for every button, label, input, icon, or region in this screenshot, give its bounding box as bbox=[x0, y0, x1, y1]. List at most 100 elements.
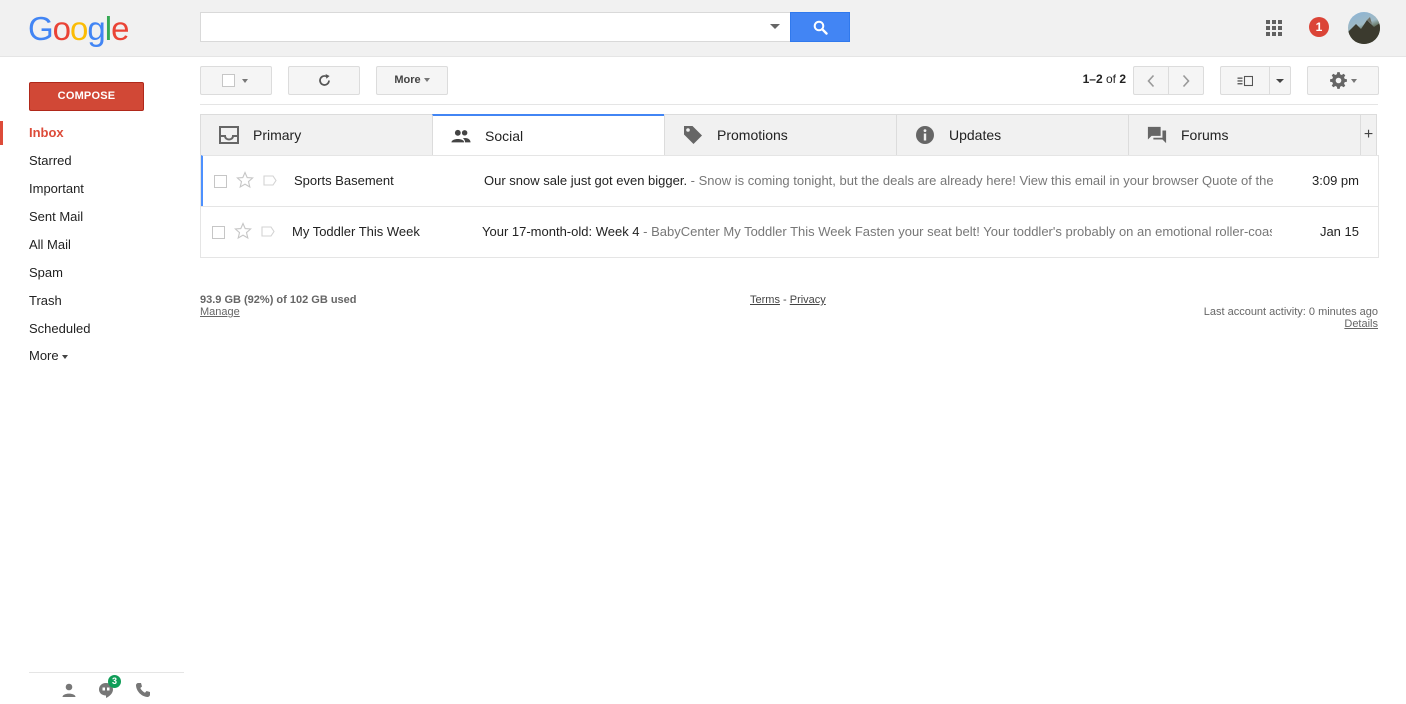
search-button[interactable] bbox=[790, 12, 850, 42]
email-subject: Our snow sale just got even bigger. bbox=[484, 173, 688, 188]
importance-marker-icon[interactable] bbox=[263, 175, 277, 186]
more-actions-label: More bbox=[394, 74, 421, 86]
refresh-icon bbox=[318, 74, 330, 86]
search-input[interactable] bbox=[200, 12, 791, 42]
chevron-left-icon bbox=[1147, 74, 1155, 87]
tab-promotions-label: Promotions bbox=[717, 127, 788, 143]
more-actions-button[interactable]: More bbox=[376, 66, 448, 95]
inbox-icon bbox=[219, 126, 239, 144]
category-tabs: Primary Social Promotions Updates Forums… bbox=[200, 114, 1379, 156]
email-row[interactable]: Sports Basement Our snow sale just got e… bbox=[201, 155, 1378, 206]
compose-button[interactable]: COMPOSE bbox=[29, 82, 144, 111]
select-all-checkbox[interactable] bbox=[222, 74, 235, 87]
importance-marker-icon[interactable] bbox=[261, 226, 275, 237]
forum-icon bbox=[1147, 126, 1167, 144]
refresh-button[interactable] bbox=[288, 66, 360, 95]
select-all-button[interactable] bbox=[200, 66, 272, 95]
avatar-photo bbox=[1348, 17, 1380, 44]
chevron-down-icon bbox=[423, 78, 430, 83]
tab-social[interactable]: Social bbox=[432, 114, 664, 156]
search-icon bbox=[813, 20, 828, 35]
email-list: Sports Basement Our snow sale just got e… bbox=[200, 155, 1379, 258]
email-checkbox[interactable] bbox=[212, 226, 225, 239]
tab-updates[interactable]: Updates bbox=[896, 114, 1128, 156]
last-account-activity: Last account activity: 0 minutes ago bbox=[1203, 306, 1378, 318]
add-tab-button[interactable]: + bbox=[1360, 114, 1377, 156]
chevron-down-icon bbox=[1276, 79, 1284, 83]
star-icon[interactable] bbox=[236, 171, 254, 189]
sidebar-item-inbox[interactable]: Inbox bbox=[0, 119, 184, 147]
logo-letter: g bbox=[87, 10, 105, 47]
email-checkbox[interactable] bbox=[214, 175, 227, 188]
activity-details-link[interactable]: Details bbox=[1344, 318, 1378, 330]
split-pane-icon bbox=[1237, 75, 1253, 86]
pager-range: 1–2 bbox=[1082, 72, 1103, 86]
tab-primary[interactable]: Primary bbox=[200, 114, 432, 156]
tab-social-label: Social bbox=[485, 127, 524, 144]
toolbar-divider bbox=[200, 104, 1378, 105]
sidebar-item-starred[interactable]: Starred bbox=[0, 147, 184, 175]
hangouts-badge: 3 bbox=[108, 675, 121, 688]
google-logo[interactable]: Google bbox=[28, 10, 129, 48]
pager-of: of bbox=[1102, 72, 1120, 86]
older-button[interactable] bbox=[1168, 66, 1204, 95]
email-subject: Your 17-month-old: Week 4 bbox=[482, 224, 640, 239]
split-pane-button[interactable] bbox=[1220, 66, 1270, 95]
settings-button[interactable] bbox=[1307, 66, 1379, 95]
sidebar-item-sent-mail[interactable]: Sent Mail bbox=[0, 203, 184, 231]
logo-letter: o bbox=[70, 10, 88, 47]
email-content: Your 17-month-old: Week 4 - BabyCenter M… bbox=[482, 224, 1272, 239]
email-snippet: - BabyCenter My Toddler This Week Fasten… bbox=[639, 224, 1272, 239]
sidebar-item-trash[interactable]: Trash bbox=[0, 287, 184, 315]
tab-primary-label: Primary bbox=[253, 127, 302, 143]
logo-letter: e bbox=[111, 10, 129, 47]
newer-button[interactable] bbox=[1133, 66, 1169, 95]
search-options-caret[interactable] bbox=[770, 24, 780, 29]
logo-letter: G bbox=[28, 10, 54, 47]
chevron-down-icon bbox=[1350, 78, 1357, 83]
terms-separator: - bbox=[779, 294, 790, 306]
chevron-right-icon bbox=[1182, 74, 1190, 87]
sidebar-more-button[interactable]: More bbox=[0, 343, 184, 369]
person-icon[interactable] bbox=[61, 682, 77, 698]
tab-forums[interactable]: Forums bbox=[1128, 114, 1360, 156]
apps-grid-icon[interactable] bbox=[1266, 20, 1282, 36]
email-content: Our snow sale just got even bigger. - Sn… bbox=[484, 173, 1274, 188]
sidebar-item-important[interactable]: Important bbox=[0, 175, 184, 203]
star-icon[interactable] bbox=[234, 222, 252, 240]
privacy-link[interactable]: Privacy bbox=[790, 294, 826, 306]
tab-forums-label: Forums bbox=[1181, 127, 1229, 143]
tag-icon bbox=[684, 126, 702, 144]
terms-link[interactable]: Terms bbox=[750, 294, 780, 306]
email-row[interactable]: My Toddler This Week Your 17-month-old: … bbox=[201, 206, 1378, 257]
info-icon bbox=[916, 126, 934, 144]
hangouts-divider bbox=[29, 672, 184, 673]
email-time: 3:09 pm bbox=[1312, 173, 1359, 188]
email-sender: My Toddler This Week bbox=[292, 224, 420, 239]
sidebar-item-spam[interactable]: Spam bbox=[0, 259, 184, 287]
avatar[interactable] bbox=[1348, 12, 1380, 44]
people-icon bbox=[451, 129, 471, 142]
email-snippet: - Snow is coming tonight, but the deals … bbox=[687, 173, 1274, 188]
email-time: Jan 15 bbox=[1319, 224, 1359, 239]
tab-updates-label: Updates bbox=[949, 127, 1002, 143]
tab-promotions[interactable]: Promotions bbox=[664, 114, 896, 156]
sidebar-nav: Inbox Starred Important Sent Mail All Ma… bbox=[0, 119, 184, 369]
chevron-down-icon bbox=[61, 354, 68, 359]
pagination-count: 1–2 of 2 bbox=[1060, 72, 1126, 86]
sidebar-item-scheduled[interactable]: Scheduled bbox=[0, 315, 184, 343]
pager-total: 2 bbox=[1119, 72, 1126, 86]
phone-icon[interactable] bbox=[135, 682, 151, 698]
manage-storage-link[interactable]: Manage bbox=[200, 306, 240, 318]
split-pane-options-button[interactable] bbox=[1269, 66, 1291, 95]
sidebar-more-label: More bbox=[29, 348, 59, 363]
terms-privacy: Terms - Privacy bbox=[750, 294, 826, 306]
notification-badge[interactable]: 1 bbox=[1309, 17, 1329, 37]
gear-icon bbox=[1329, 72, 1347, 89]
sidebar-item-all-mail[interactable]: All Mail bbox=[0, 231, 184, 259]
storage-usage: 93.9 GB (92%) of 102 GB used bbox=[200, 294, 357, 306]
top-bar: Google 1 bbox=[0, 0, 1406, 57]
chevron-down-icon bbox=[242, 79, 248, 83]
logo-letter: o bbox=[52, 10, 71, 47]
email-sender: Sports Basement bbox=[294, 173, 394, 188]
